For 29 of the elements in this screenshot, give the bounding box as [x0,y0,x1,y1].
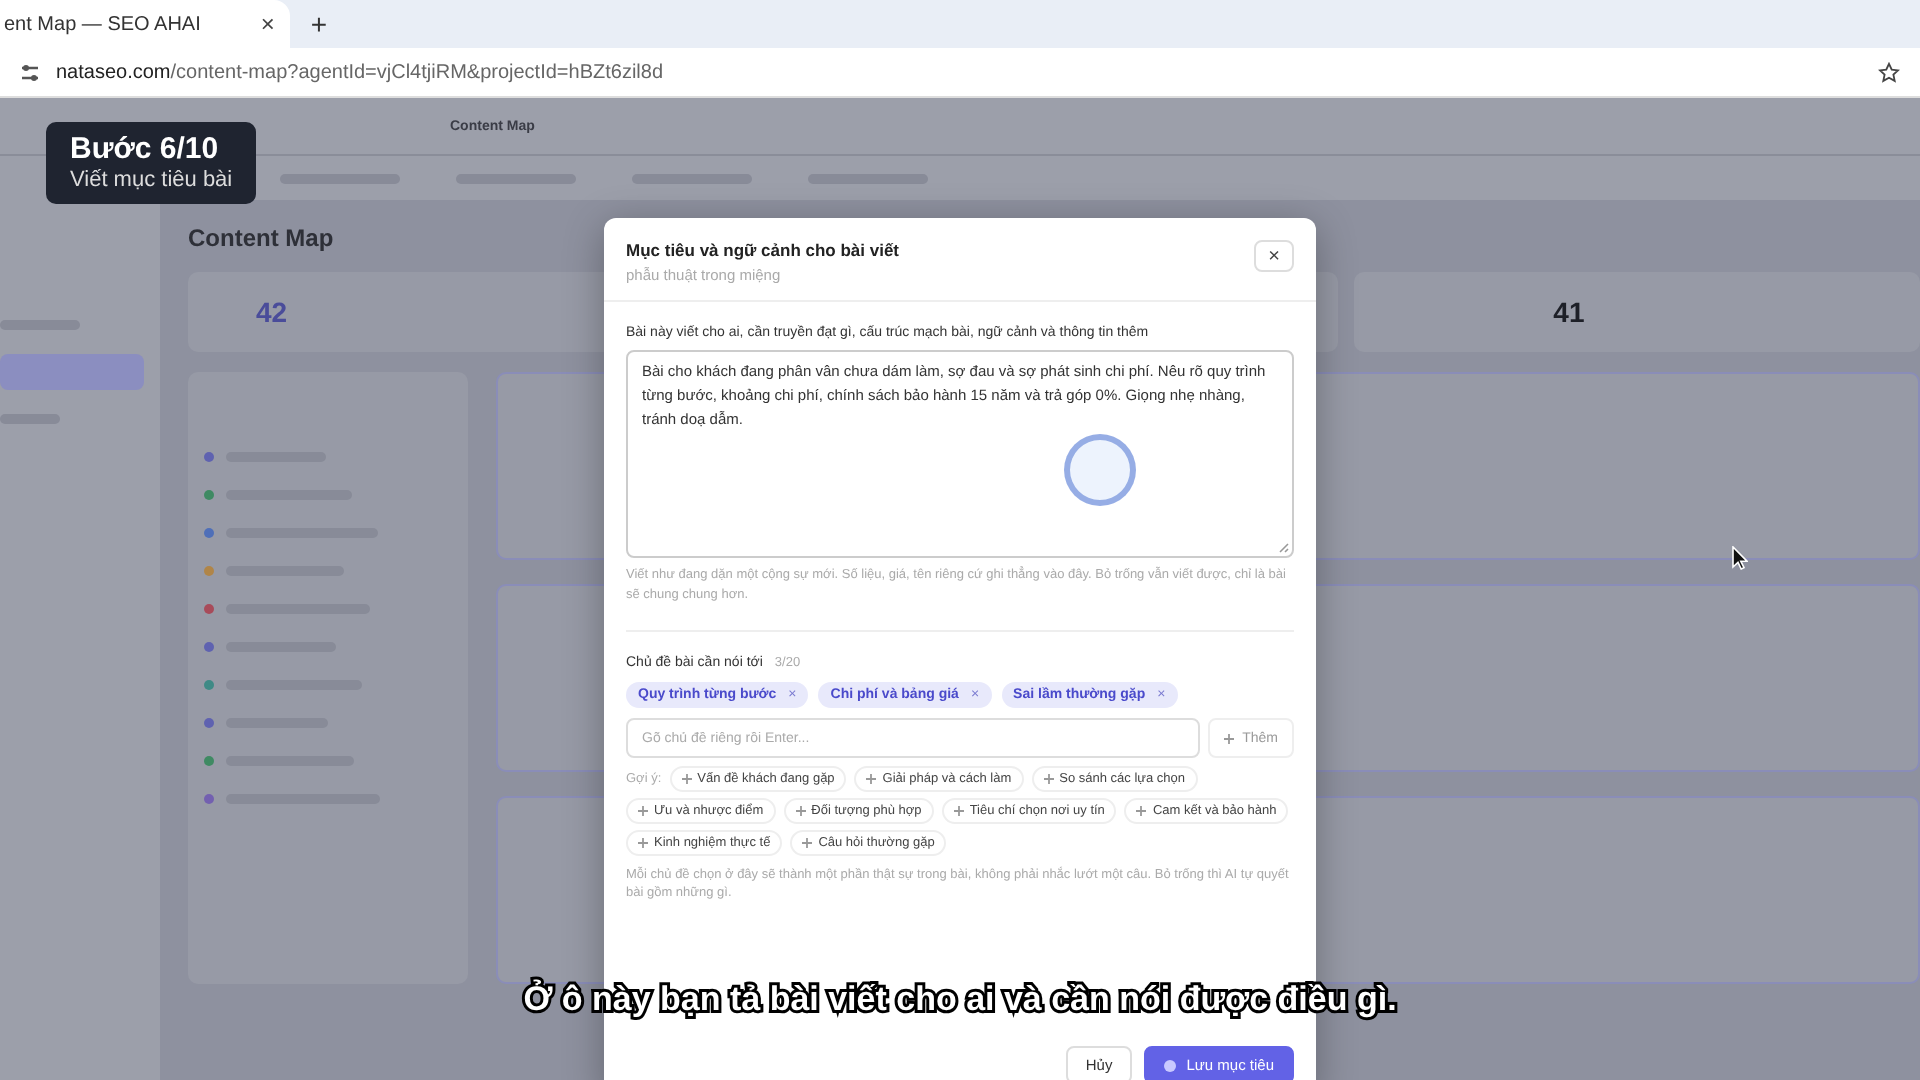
plus-icon [1136,806,1147,816]
plus-icon [866,774,877,784]
bookmark-star-icon[interactable] [1878,61,1900,83]
address-bar[interactable]: nataseo.com/content-map?agentId=vjCl4tjiRM&projectId=hBZt6zil8d [56,61,664,83]
stat-value: 42 [256,296,288,328]
plus-icon [638,838,648,848]
browser-tab[interactable]: ent Map — SEO AHAI × [0,0,291,48]
page-title: Content Map [188,224,334,252]
tab-title: ent Map — SEO AHAI [4,13,201,35]
plus-icon [681,774,692,784]
plus-icon [953,806,964,816]
click-ring [1064,434,1136,506]
stat-value: 41 [1553,296,1585,328]
tab-close-button[interactable]: × [260,10,275,38]
modal-title: Mục tiêu và ngữ cảnh cho bài viết [626,240,900,260]
plus-icon [1043,774,1054,784]
site-settings-icon[interactable] [20,63,40,81]
plus-icon [802,838,813,848]
video-caption: Ở ô này bạn tả bài viết cho ai và cần nói được điều gì. [523,980,1397,1020]
plus-icon [795,806,806,816]
mouse-cursor-icon [1732,546,1748,570]
plus-icon [1224,733,1235,743]
plus-icon [638,806,648,816]
close-button[interactable]: × [1254,240,1294,272]
step-title: Bước 6/10 [70,132,221,166]
resize-handle-icon[interactable] [1278,542,1290,554]
new-tab-button[interactable]: + [310,8,328,40]
dot-icon [1164,1059,1177,1071]
step-subtitle: Viết mục tiêu bài [70,168,233,192]
